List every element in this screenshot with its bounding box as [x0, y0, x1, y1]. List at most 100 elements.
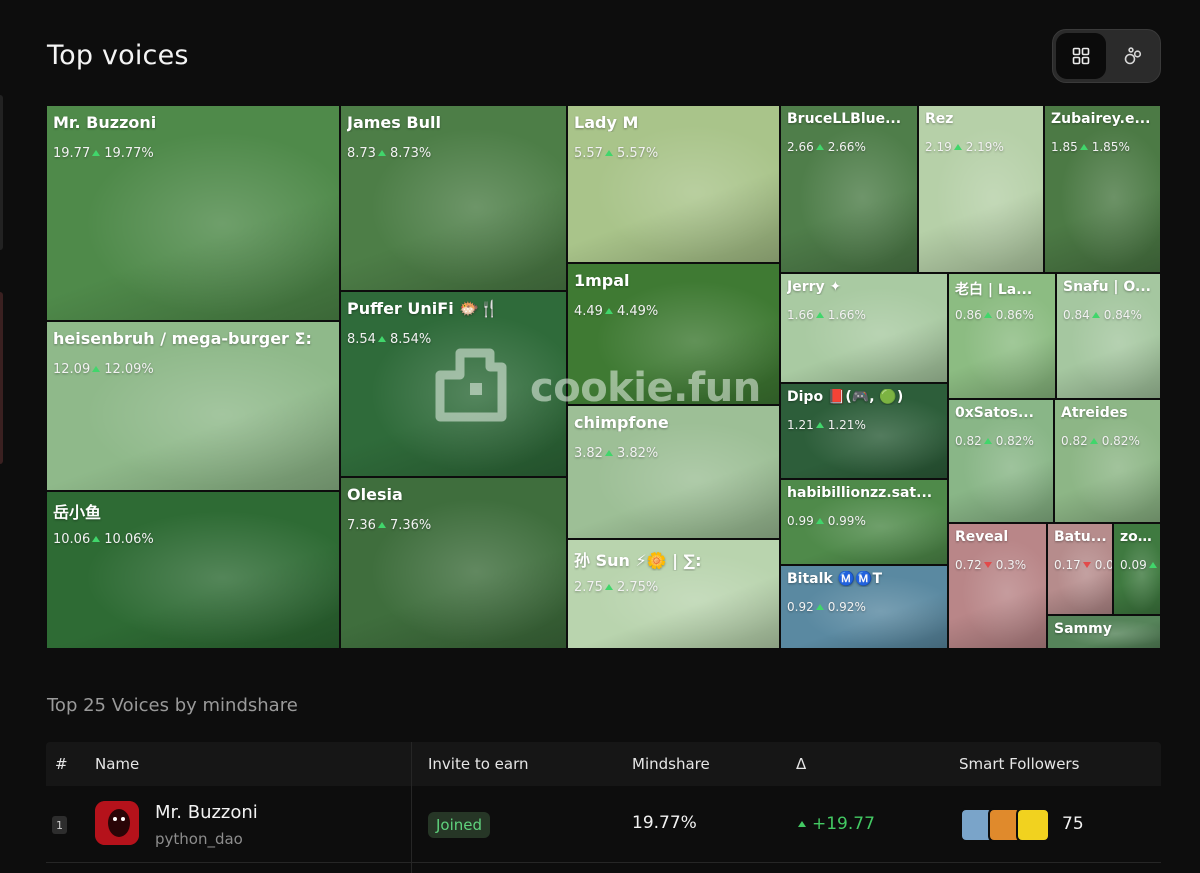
tile-delta: 8.73%	[389, 146, 432, 161]
up-arrow-icon	[815, 144, 824, 150]
treemap-tile[interactable]: Puffer UniFi 🐡🍴 8.54 8.54%	[340, 291, 567, 477]
tile-name: Reveal	[955, 529, 1009, 545]
tile-value: 12.09	[53, 362, 91, 377]
up-arrow-icon	[983, 312, 992, 318]
treemap-tile[interactable]: chimpfone 3.82 3.82%	[567, 405, 780, 539]
treemap-tile[interactable]: habibillionzz.sat... 0.99 0.99%	[780, 479, 948, 565]
tile-value: 8.54	[347, 332, 376, 347]
tile-stats: 10.06 10.06%	[53, 532, 154, 547]
tile-value: 0.82	[1061, 434, 1088, 448]
treemap-tile[interactable]: 1mpal 4.49 4.49%	[567, 263, 780, 405]
up-arrow-icon	[815, 312, 824, 318]
header-smart-followers[interactable]: Smart Followers	[959, 755, 1079, 773]
treemap-tile[interactable]: BruceLLBlue... 2.66 2.66%	[780, 105, 918, 273]
treemap-tile[interactable]: Sammy	[1047, 615, 1161, 649]
tile-name: Batu...	[1054, 529, 1107, 545]
treemap-tile[interactable]: Dipo 📕(🎮, 🟢) 1.21 1.21%	[780, 383, 948, 479]
treemap-tile[interactable]: Batu... 0.17 0.06%	[1047, 523, 1113, 615]
table-subtitle: Top 25 Voices by mindshare	[47, 695, 298, 716]
tile-image	[341, 292, 566, 476]
tile-delta: 1.85%	[1091, 140, 1130, 154]
left-edge-bar	[0, 95, 3, 250]
up-arrow-icon	[983, 438, 992, 444]
grid-view-button[interactable]	[1056, 33, 1106, 79]
tile-stats: 2.66 2.66%	[787, 140, 866, 154]
tile-stats: 2.19 2.19%	[925, 140, 1004, 154]
treemap-tile[interactable]: Olesia 7.36 7.36%	[340, 477, 567, 649]
tile-image	[1045, 106, 1160, 272]
tile-delta: 7.36%	[389, 518, 432, 533]
treemap-tile[interactable]: 孙 Sun ⚡🌼 | ∑: 2.75 2.75%	[567, 539, 780, 649]
treemap-tile[interactable]: 0xSatos... 0.82 0.82%	[948, 399, 1054, 523]
tile-value: 0.92	[787, 600, 814, 614]
up-arrow-icon	[798, 820, 806, 827]
up-arrow-icon	[1079, 144, 1088, 150]
avatar[interactable]	[95, 801, 139, 845]
tile-delta: 0.06%	[1094, 558, 1112, 572]
treemap-tile[interactable]: Zubairey.e... 1.85 1.85%	[1044, 105, 1161, 273]
treemap-tile[interactable]: heisenbruh / mega-burger Σ: 12.09 12.09%	[46, 321, 340, 491]
smart-follower-avatars[interactable]	[960, 808, 1050, 842]
treemap-tile[interactable]: Snafu | O... 0.84 0.84%	[1056, 273, 1161, 399]
header-name[interactable]: Name	[95, 755, 139, 773]
treemap-tile[interactable]: Bitalk Ⓜ️Ⓜ️T 0.92 0.92%	[780, 565, 948, 649]
tile-delta: 0.82%	[995, 434, 1034, 448]
tile-stats: 0.82 0.82%	[1061, 434, 1140, 448]
tile-delta: 1.21%	[827, 418, 866, 432]
tile-delta: 0.99%	[827, 514, 866, 528]
up-arrow-icon	[604, 450, 613, 456]
treemap-tile[interactable]: zoi... 0.09	[1113, 523, 1161, 615]
tile-value: 0.84	[1063, 308, 1090, 322]
up-arrow-icon	[815, 422, 824, 428]
treemap-tile[interactable]: Rez 2.19 2.19%	[918, 105, 1044, 273]
tile-stats: 2.75 2.75%	[574, 580, 658, 595]
tile-value: 0.86	[955, 308, 982, 322]
tile-name: Rez	[925, 111, 954, 127]
tile-name: Atreides	[1061, 405, 1128, 421]
user-name[interactable]: Mr. Buzzoni	[155, 802, 258, 823]
tile-delta: 5.57%	[616, 146, 659, 161]
tile-name: zoi...	[1120, 529, 1156, 545]
tile-name: Snafu | O...	[1063, 279, 1151, 295]
tile-stats: 1.66 1.66%	[787, 308, 866, 322]
treemap-tile[interactable]: Mr. Buzzoni 19.77 19.77%	[46, 105, 340, 321]
delta-text: +19.77	[812, 814, 875, 834]
down-arrow-icon	[1082, 562, 1091, 568]
treemap-tile[interactable]: Reveal 0.72 0.3%	[948, 523, 1047, 649]
joined-badge[interactable]: Joined	[428, 812, 491, 838]
bubble-view-button[interactable]	[1108, 33, 1158, 79]
treemap-tile[interactable]: 老白 | La... 0.86 0.86%	[948, 273, 1056, 399]
treemap-tile[interactable]: Jerry ✦ 1.66 1.66%	[780, 273, 948, 383]
tile-delta: 2.75%	[616, 580, 659, 595]
tile-value: 2.19	[925, 140, 952, 154]
up-arrow-icon	[1091, 312, 1100, 318]
treemap-tile[interactable]: James Bull 8.73 8.73%	[340, 105, 567, 291]
tile-delta: 0.86%	[995, 308, 1034, 322]
tile-value: 3.82	[574, 446, 603, 461]
up-arrow-icon	[815, 518, 824, 524]
up-arrow-icon	[92, 150, 101, 156]
treemap-tile[interactable]: Lady M 5.57 5.57%	[567, 105, 780, 263]
voices-treemap: Mr. Buzzoni 19.77 19.77% heisenbruh / mega-…	[46, 105, 1161, 649]
up-arrow-icon	[953, 144, 962, 150]
header-delta[interactable]: Δ	[796, 755, 806, 773]
tile-stats: 7.36 7.36%	[347, 518, 431, 533]
treemap-tile[interactable]: 岳小鱼 10.06 10.06%	[46, 491, 340, 649]
up-arrow-icon	[604, 150, 613, 156]
tile-value: 0.17	[1054, 558, 1081, 572]
up-arrow-icon	[377, 150, 386, 156]
tile-stats: 8.54 8.54%	[347, 332, 431, 347]
delta-value: +19.77	[796, 814, 875, 834]
tile-name: James Bull	[347, 113, 441, 132]
table-row[interactable]: 1 Mr. Buzzoni python_dao Joined 19.77% +…	[46, 786, 1161, 863]
header-mindshare[interactable]: Mindshare	[632, 755, 710, 773]
tile-name: BruceLLBlue...	[787, 111, 902, 127]
tile-delta: 2.66%	[827, 140, 866, 154]
header-invite: Invite to earn	[428, 755, 529, 773]
tile-delta: 0.92%	[827, 600, 866, 614]
tile-stats: 1.85 1.85%	[1051, 140, 1130, 154]
treemap-tile[interactable]: Atreides 0.82 0.82%	[1054, 399, 1161, 523]
tile-name: Mr. Buzzoni	[53, 113, 157, 132]
up-arrow-icon	[815, 604, 824, 610]
tile-image	[781, 106, 917, 272]
